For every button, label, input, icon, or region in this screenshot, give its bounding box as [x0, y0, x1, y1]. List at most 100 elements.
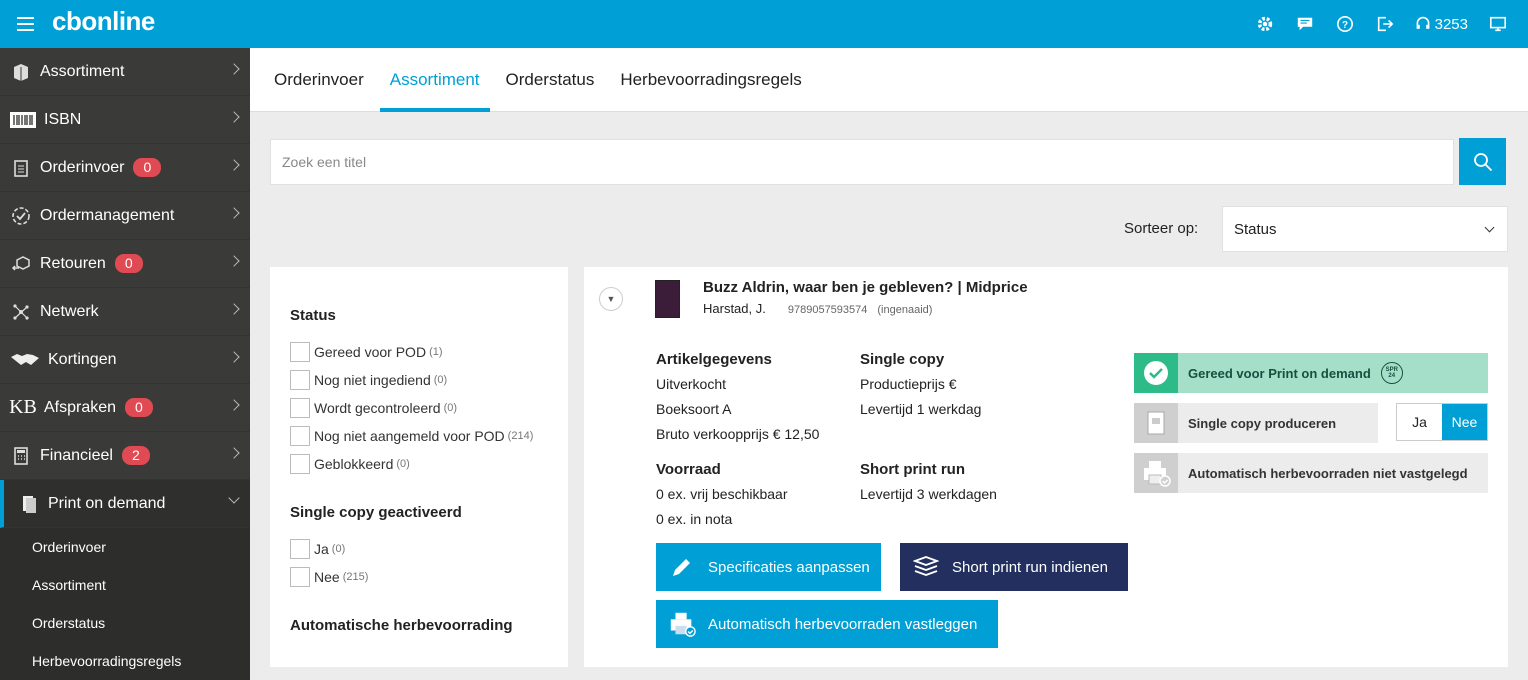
svg-text:?: ?: [1342, 20, 1348, 31]
afspraken-badge: 0: [125, 398, 153, 417]
printer-check-icon: [668, 610, 696, 638]
single-copy-toggle[interactable]: Ja Nee: [1396, 403, 1488, 441]
short-run-button[interactable]: Short print run indienen: [900, 543, 1128, 591]
tab-assortiment[interactable]: Assortiment: [379, 48, 490, 112]
toggle-ja[interactable]: Ja: [1397, 404, 1442, 440]
sidebar-item-netwerk[interactable]: Netwerk: [0, 288, 250, 336]
logo[interactable]: cbonline: [52, 6, 155, 37]
checkbox[interactable]: [290, 454, 310, 474]
logout-icon[interactable]: [1375, 14, 1395, 34]
book-icon: [10, 61, 32, 83]
expand-toggle[interactable]: ▼: [599, 287, 623, 311]
voorraad-section: Voorraad 0 ex. vrij beschikbaar 0 ex. in…: [656, 461, 788, 527]
main-content: Orderinvoer Assortiment Orderstatus Herb…: [250, 48, 1528, 667]
status-auto-restock: Automatisch herbevoorraden niet vastgele…: [1134, 453, 1488, 493]
search-icon: [1473, 152, 1492, 171]
printer-check-icon: [1134, 453, 1178, 493]
help-icon[interactable]: ?: [1335, 14, 1355, 34]
check-icon: [1134, 353, 1178, 393]
book-isbn: 9789057593574: [787, 304, 868, 316]
filter-panel: Status Gereed voor POD (1) Nog niet inged…: [270, 267, 568, 667]
sidebar-item-retouren[interactable]: Retouren 0: [0, 240, 250, 288]
support-phone[interactable]: 3253: [1415, 16, 1468, 33]
barcode-icon: [10, 109, 36, 131]
book-card: ▼ Buzz Aldrin, waar ben je gebleven? | M…: [584, 267, 1508, 667]
sidebar-item-financieel[interactable]: Financieel 2: [0, 432, 250, 480]
handshake-icon: [10, 349, 40, 371]
book-author: Harstad, J.: [703, 301, 766, 316]
short-run-section: Short print run Levertijd 3 werkdagen: [860, 461, 997, 502]
subitem-orderstatus[interactable]: Orderstatus: [0, 604, 250, 642]
filter-option[interactable]: Nog niet ingediend (0): [290, 366, 548, 394]
tab-herbevoorradingsregels[interactable]: Herbevoorradingsregels: [610, 48, 811, 112]
toggle-nee[interactable]: Nee: [1442, 404, 1487, 440]
checkbox[interactable]: [290, 567, 310, 587]
search-button[interactable]: [1459, 138, 1506, 185]
calculator-icon: [10, 445, 32, 467]
search-box: [270, 139, 1454, 185]
filter-status-title: Status: [290, 307, 336, 324]
filter-option[interactable]: Ja (0): [290, 535, 548, 563]
filter-option[interactable]: Geblokkeerd (0): [290, 450, 548, 478]
single-copy-section: Single copy Productieprijs € Levertijd 1…: [860, 351, 982, 417]
edit-specs-button[interactable]: Specificaties aanpassen: [656, 543, 881, 591]
book-binding: (ingenaaid): [877, 304, 933, 316]
kb-icon: KB: [9, 396, 37, 418]
stack-icon: [912, 553, 940, 581]
status-pod-ready: Gereed voor Print on demand SPR 24: [1134, 353, 1488, 393]
status-single-copy: Single copy produceren: [1134, 403, 1378, 443]
filter-option[interactable]: Nog niet aangemeld voor POD (214): [290, 422, 548, 450]
subitem-herbevoorradingsregels[interactable]: Herbevoorradingsregels: [0, 642, 250, 680]
artikel-section: Artikelgegevens Uitverkocht Boeksoort A …: [656, 351, 820, 442]
sidebar-item-print-on-demand[interactable]: Print on demand: [0, 480, 250, 528]
financieel-badge: 2: [121, 446, 150, 465]
sidebar-item-orderinvoer[interactable]: Orderinvoer 0: [0, 144, 250, 192]
sidebar-item-afspraken[interactable]: KB Afspraken 0: [0, 384, 250, 432]
clipboard-icon: [10, 157, 32, 179]
sidebar-item-isbn[interactable]: ISBN: [0, 96, 250, 144]
filter-auto-title: Automatische herbevoorrading: [290, 617, 513, 634]
headset-icon: [1416, 16, 1430, 29]
menu-icon[interactable]: [17, 17, 34, 31]
checkbox[interactable]: [290, 539, 310, 559]
sidebar-item-assortiment[interactable]: Assortiment: [0, 48, 250, 96]
top-bar: cbonline ? 3253: [0, 0, 1528, 48]
triangle-down-icon: ▼: [606, 294, 616, 304]
check-circle-icon: [10, 205, 32, 227]
checkbox[interactable]: [290, 370, 310, 390]
book-title[interactable]: Buzz Aldrin, waar ben je gebleven? | Mid…: [703, 279, 1028, 296]
sort-select[interactable]: Status: [1222, 206, 1508, 252]
checkbox[interactable]: [290, 342, 310, 362]
document-icon: [1134, 403, 1178, 443]
sort-label: Sorteer op:: [1124, 220, 1199, 237]
auto-restock-button[interactable]: Automatisch herbevoorraden vastleggen: [656, 600, 998, 648]
sidebar: Assortiment ISBN Orderinvoer 0 Ordermanag…: [0, 48, 250, 680]
tab-orderstatus[interactable]: Orderstatus: [496, 48, 605, 112]
monitor-icon[interactable]: [1488, 14, 1508, 34]
filter-option[interactable]: Nee (215): [290, 563, 548, 591]
filter-option[interactable]: Gereed voor POD (1): [290, 338, 548, 366]
print-icon: [18, 493, 40, 515]
orderinvoer-badge: 0: [133, 158, 162, 177]
retouren-badge: 0: [114, 254, 143, 273]
book-meta: Harstad, J. 9789057593574 (ingenaaid): [703, 301, 932, 316]
spr24-badge: SPR 24: [1380, 362, 1403, 384]
book-cover: [655, 280, 680, 318]
sidebar-item-ordermanagement[interactable]: Ordermanagement: [0, 192, 250, 240]
tab-orderinvoer[interactable]: Orderinvoer: [264, 48, 374, 112]
chat-icon[interactable]: [1295, 14, 1315, 34]
network-icon: [10, 301, 32, 323]
checkbox[interactable]: [290, 426, 310, 446]
tab-bar: Orderinvoer Assortiment Orderstatus Herb…: [250, 48, 1528, 112]
sidebar-item-kortingen[interactable]: Kortingen: [0, 336, 250, 384]
search-input[interactable]: [271, 140, 1453, 184]
filter-single-copy-title: Single copy geactiveerd: [290, 504, 462, 521]
subitem-assortiment[interactable]: Assortiment: [0, 566, 250, 604]
chevron-down-icon: [1484, 222, 1495, 233]
filter-option[interactable]: Wordt gecontroleerd (0): [290, 394, 548, 422]
subitem-orderinvoer[interactable]: Orderinvoer: [0, 528, 250, 566]
settings-icon[interactable]: [1255, 14, 1275, 34]
pencil-icon: [668, 553, 696, 581]
checkbox[interactable]: [290, 398, 310, 418]
return-box-icon: [10, 253, 32, 275]
